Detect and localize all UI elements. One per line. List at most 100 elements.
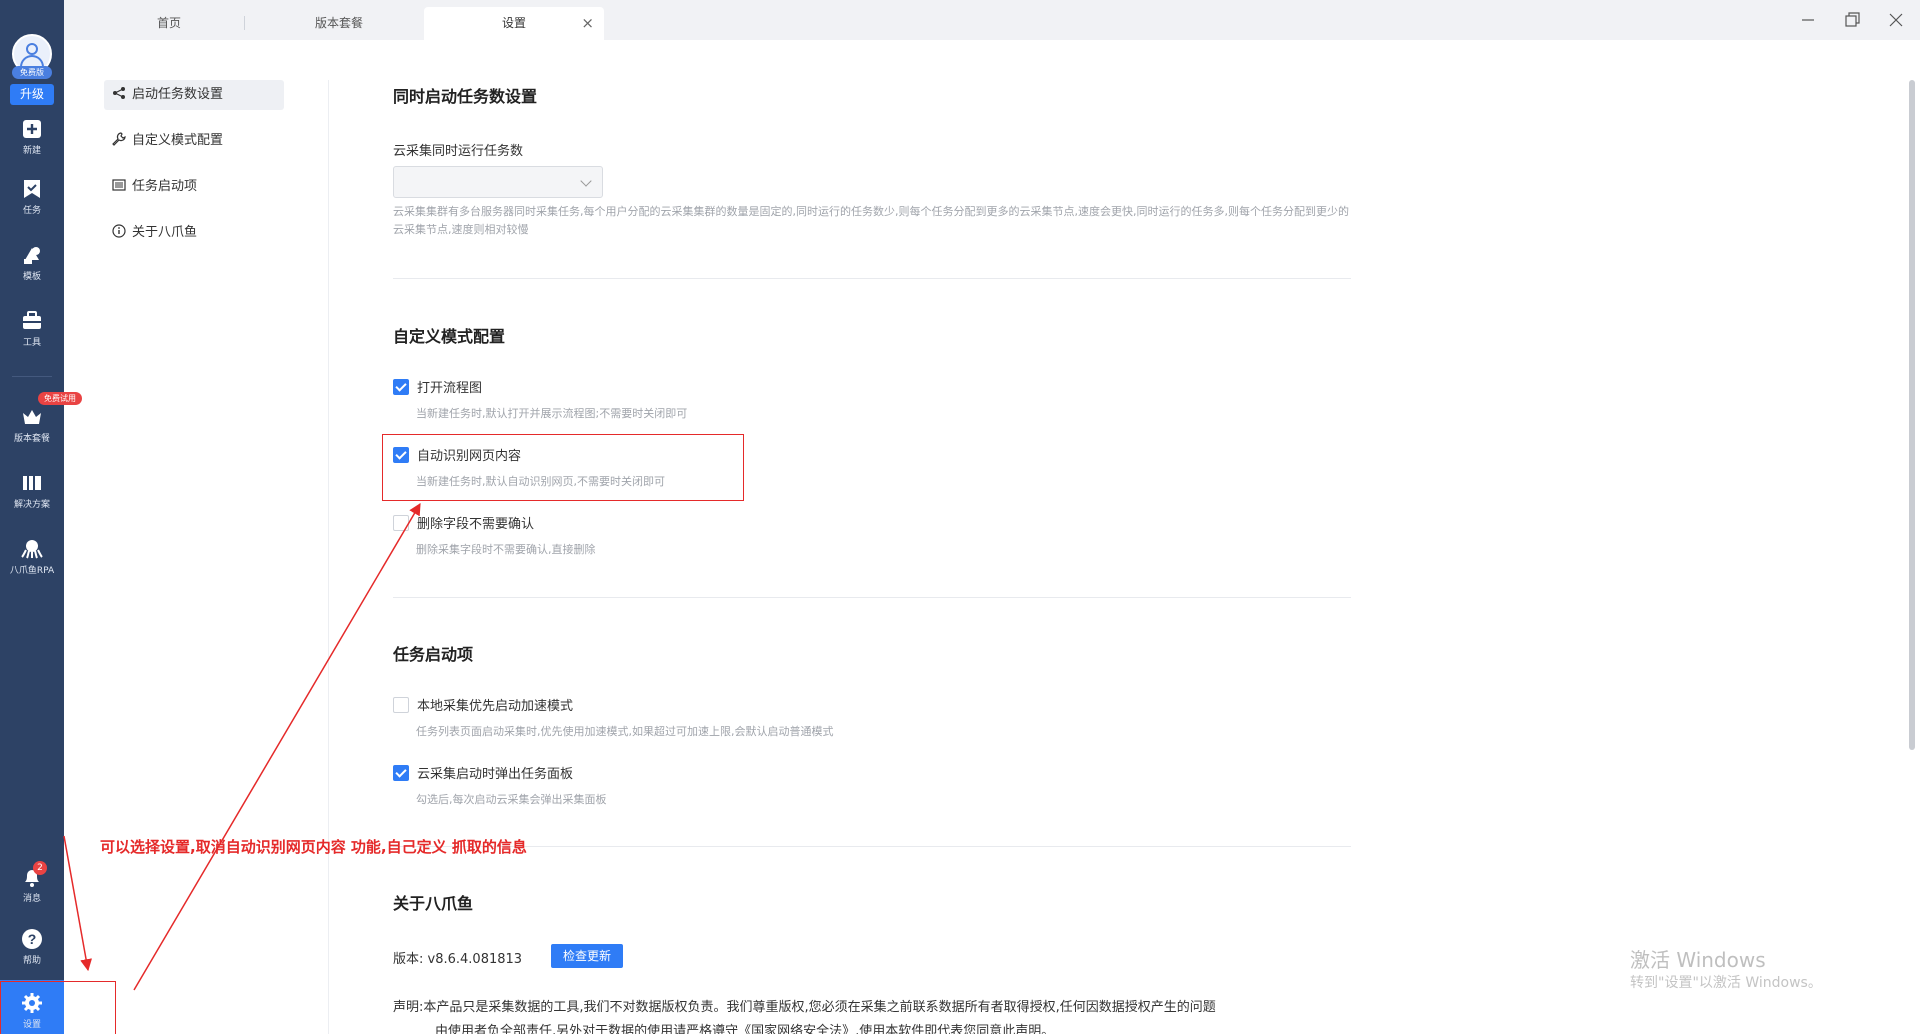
nav-tasks-label: 任务 bbox=[22, 206, 41, 216]
subnav-concurrency-label: 启动任务数设置 bbox=[132, 87, 224, 102]
title-bar: 首页 版本套餐 设置 × bbox=[64, 0, 1920, 40]
option-cloud-panel[interactable]: 云采集启动时弹出任务面板 bbox=[393, 765, 573, 783]
option-delete-no-confirm-label: 删除字段不需要确认 bbox=[417, 517, 535, 532]
nav-new[interactable]: 新建 bbox=[0, 118, 64, 156]
nav-help-label: 帮助 bbox=[22, 956, 41, 966]
nav-messages[interactable]: 消息 bbox=[0, 866, 64, 904]
info-icon bbox=[112, 224, 126, 238]
window-close-icon[interactable] bbox=[1884, 8, 1908, 32]
section-divider bbox=[393, 846, 1351, 847]
tab-settings-label: 设置 bbox=[501, 16, 526, 30]
custom-mode-title: 自定义模式配置 bbox=[393, 327, 506, 346]
declaration-line2: 由使用者负全部责任,另外对于数据的使用请严格遵守《国家网络安全法》,使用本软件即… bbox=[435, 1024, 1055, 1034]
option-local-accelerate-label: 本地采集优先启动加速模式 bbox=[417, 699, 574, 714]
nav-messages-label: 消息 bbox=[22, 894, 41, 904]
plan-tag: 免费版 bbox=[12, 66, 52, 79]
option-local-accelerate[interactable]: 本地采集优先启动加速模式 bbox=[393, 697, 573, 715]
list-icon bbox=[112, 179, 126, 191]
subnav-custom-mode-label: 自定义模式配置 bbox=[132, 133, 224, 148]
option-local-accelerate-hint: 任务列表页面启动采集时,优先使用加速模式,如果超过可加速上限,会默认启动普通模式 bbox=[416, 725, 834, 738]
option-delete-no-confirm-hint: 删除采集字段时不需要确认,直接删除 bbox=[416, 543, 596, 556]
option-cloud-panel-label: 云采集启动时弹出任务面板 bbox=[417, 767, 574, 782]
tab-separator bbox=[244, 16, 245, 30]
subnav-custom-mode[interactable]: 自定义模式配置 bbox=[104, 126, 284, 156]
nav-solutions-label: 解决方案 bbox=[13, 500, 50, 510]
declaration: 声明:本产品只是采集数据的工具,我们不对数据版权负责。我们尊重版权,您必须在采集… bbox=[393, 996, 1343, 1034]
nav-tools-label: 工具 bbox=[22, 338, 41, 348]
tab-settings[interactable]: 设置 × bbox=[424, 7, 604, 40]
annotation-arrow-down bbox=[63, 835, 93, 972]
startup-title: 任务启动项 bbox=[393, 645, 474, 664]
tab-home-label: 首页 bbox=[156, 16, 181, 30]
nav-tasks[interactable]: 任务 bbox=[0, 178, 64, 216]
option-open-flowchart-label: 打开流程图 bbox=[417, 381, 483, 396]
annotation-arrow-up bbox=[133, 502, 421, 991]
left-nav-rail: 免费版 升级 新建 任务 模板 工具 版本套餐 解决方案 八爪鱼RPA 消息 ?… bbox=[0, 0, 82, 1034]
subnav-about-label: 关于八爪鱼 bbox=[132, 225, 198, 240]
chevron-down-icon bbox=[580, 175, 592, 187]
nav-plans[interactable]: 版本套餐 bbox=[0, 406, 64, 444]
concurrency-field-label: 云采集同时运行任务数 bbox=[393, 144, 524, 159]
annotation-settings-box bbox=[0, 981, 116, 1034]
minimize-icon[interactable] bbox=[1796, 8, 1820, 32]
upgrade-button[interactable]: 升级 bbox=[10, 84, 54, 105]
octopus-icon bbox=[21, 540, 43, 559]
annotation-text: 可以选择设置,取消自动识别网页内容 功能,自己定义 抓取的信息 bbox=[100, 838, 527, 856]
app-window: 免费版 升级 新建 任务 模板 工具 版本套餐 解决方案 八爪鱼RPA 消息 ?… bbox=[0, 0, 1920, 1034]
subnav-divider bbox=[328, 80, 329, 1034]
nav-templates[interactable]: 模板 bbox=[0, 244, 64, 282]
section-divider bbox=[393, 278, 1351, 279]
restore-icon[interactable] bbox=[1840, 8, 1864, 32]
nav-rpa-label: 八爪鱼RPA bbox=[9, 566, 55, 576]
subnav-about[interactable]: 关于八爪鱼 bbox=[104, 218, 284, 248]
nav-solutions[interactable]: 解决方案 bbox=[0, 472, 64, 510]
concurrency-select[interactable] bbox=[393, 166, 603, 198]
svg-text:?: ? bbox=[28, 931, 37, 947]
nav-plans-label: 版本套餐 bbox=[13, 434, 50, 444]
plus-square-icon bbox=[23, 120, 41, 138]
option-delete-no-confirm[interactable]: 删除字段不需要确认 bbox=[393, 515, 534, 533]
nav-rpa[interactable]: 八爪鱼RPA bbox=[0, 538, 64, 576]
nav-tools[interactable]: 工具 bbox=[0, 310, 64, 348]
version-line: 版本: v8.6.4.081813 bbox=[393, 948, 522, 967]
checkbox-checked[interactable] bbox=[393, 379, 409, 395]
subnav-startup-label: 任务启动项 bbox=[132, 179, 198, 194]
toolbox-icon bbox=[23, 311, 41, 329]
option-open-flowchart[interactable]: 打开流程图 bbox=[393, 379, 482, 397]
avatar-head-shape bbox=[26, 43, 38, 55]
section-divider bbox=[393, 597, 1351, 598]
checkbox-checked[interactable] bbox=[393, 765, 409, 781]
bookmark-icon bbox=[24, 180, 40, 198]
share-icon bbox=[113, 87, 125, 99]
help-icon: ? bbox=[22, 929, 42, 949]
wrench-icon bbox=[112, 132, 126, 146]
tab-plans-label: 版本套餐 bbox=[314, 16, 363, 30]
checkbox-unchecked[interactable] bbox=[393, 515, 409, 531]
template-icon bbox=[24, 247, 40, 264]
activation-watermark-title: 激活 Windows bbox=[1630, 948, 1766, 972]
option-cloud-panel-hint: 勾选后,每次启动云采集会弹出采集面板 bbox=[416, 793, 607, 806]
rail-divider bbox=[12, 376, 52, 377]
nav-help[interactable]: ? 帮助 bbox=[0, 928, 64, 966]
declaration-label: 声明: bbox=[393, 1000, 424, 1015]
check-update-button[interactable]: 检查更新 bbox=[551, 944, 623, 968]
nav-new-label: 新建 bbox=[22, 146, 41, 156]
free-trial-badge: 免费试用 bbox=[38, 392, 82, 405]
subnav-concurrency[interactable]: 启动任务数设置 bbox=[104, 80, 284, 110]
tab-home[interactable]: 首页 bbox=[124, 7, 214, 40]
declaration-line1: 本产品只是采集数据的工具,我们不对数据版权负责。我们尊重版权,您必须在采集之前联… bbox=[423, 1000, 1216, 1015]
option-open-flowchart-hint: 当新建任务时,默认打开并展示流程图;不需要时关闭即可 bbox=[416, 407, 688, 420]
concurrency-title: 同时启动任务数设置 bbox=[393, 87, 538, 106]
about-title: 关于八爪鱼 bbox=[393, 894, 474, 913]
concurrency-hint: 云采集集群有多台服务器同时采集任务,每个用户分配的云采集集群的数量是固定的,同时… bbox=[393, 205, 1349, 236]
close-icon[interactable]: × bbox=[581, 7, 594, 40]
vertical-scrollbar[interactable] bbox=[1909, 80, 1915, 750]
checkbox-unchecked[interactable] bbox=[393, 697, 409, 713]
subnav-startup[interactable]: 任务启动项 bbox=[104, 172, 284, 202]
tab-plans[interactable]: 版本套餐 bbox=[284, 7, 394, 40]
annotation-arrows bbox=[63, 502, 421, 991]
annotation-highlight-box bbox=[382, 434, 744, 501]
solution-icon bbox=[23, 476, 41, 490]
nav-templates-label: 模板 bbox=[22, 272, 41, 282]
activation-watermark-subtitle: 转到"设置"以激活 Windows。 bbox=[1630, 975, 1822, 991]
